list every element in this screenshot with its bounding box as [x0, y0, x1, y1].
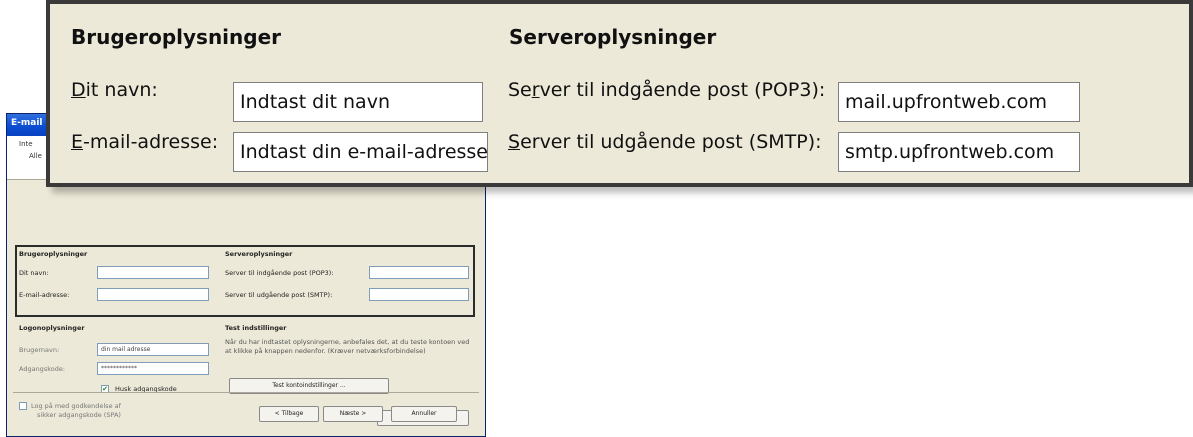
spa-label-2: sikker adgangskode (SPA) [37, 411, 121, 419]
user-info-heading-zoom: Brugeroplysninger [71, 25, 282, 49]
header-line-2: Alle [29, 152, 42, 160]
spa-checkbox[interactable] [19, 402, 27, 410]
email-input[interactable] [97, 288, 209, 301]
user-info-heading: Brugeroplysninger [19, 250, 88, 258]
incoming-server-input-zoom[interactable]: mail.upfrontweb.com [838, 82, 1080, 122]
server-info-heading: Serveroplysninger [225, 250, 293, 258]
outgoing-server-input[interactable] [369, 288, 469, 301]
username-label: Brugernavn: [19, 346, 60, 354]
name-input-zoom[interactable]: Indtast dit navn [233, 82, 483, 122]
zoomed-callout: Brugeroplysninger Serveroplysninger Dit … [46, 0, 1193, 187]
footer-divider [13, 392, 479, 393]
name-label-zoom: Dit navn: [71, 79, 158, 101]
cancel-button[interactable]: Annuller [391, 406, 457, 422]
incoming-server-label: Server til indgående post (POP3): [225, 269, 334, 277]
incoming-server-label-zoom: Server til indgående post (POP3): [508, 79, 826, 101]
test-description: Når du har indtastet oplysningerne, anbe… [225, 338, 470, 355]
test-heading: Test indstillinger [225, 324, 287, 332]
dialog-body: Brugeroplysninger Serveroplysninger Dit … [11, 166, 475, 428]
password-input[interactable]: ************ [97, 362, 209, 375]
header-line-1: Inte [19, 140, 33, 148]
email-label: E-mail-adresse: [19, 291, 70, 299]
server-info-heading-zoom: Serveroplysninger [509, 25, 717, 49]
password-label: Adgangskode: [19, 365, 66, 373]
logon-heading: Logonoplysninger [19, 324, 85, 332]
email-input-zoom[interactable]: Indtast din e-mail-adresse [233, 132, 488, 172]
outgoing-server-input-zoom[interactable]: smtp.upfrontweb.com [838, 132, 1080, 172]
name-input[interactable] [97, 266, 209, 279]
username-input[interactable]: din mail adresse [97, 343, 209, 356]
spa-label-1: Log på med godkendelse af [31, 402, 121, 410]
name-label: Dit navn: [19, 269, 49, 277]
dialog-title: E-mail [11, 118, 43, 128]
outgoing-server-label-zoom: Server til udgående post (SMTP): [508, 131, 822, 153]
email-label-zoom: E-mail-adresse: [71, 131, 219, 153]
outgoing-server-label: Server til udgående post (SMTP): [225, 291, 333, 299]
back-button[interactable]: < Tilbage [259, 406, 319, 422]
next-button[interactable]: Næste > [323, 406, 383, 422]
incoming-server-input[interactable] [369, 266, 469, 279]
